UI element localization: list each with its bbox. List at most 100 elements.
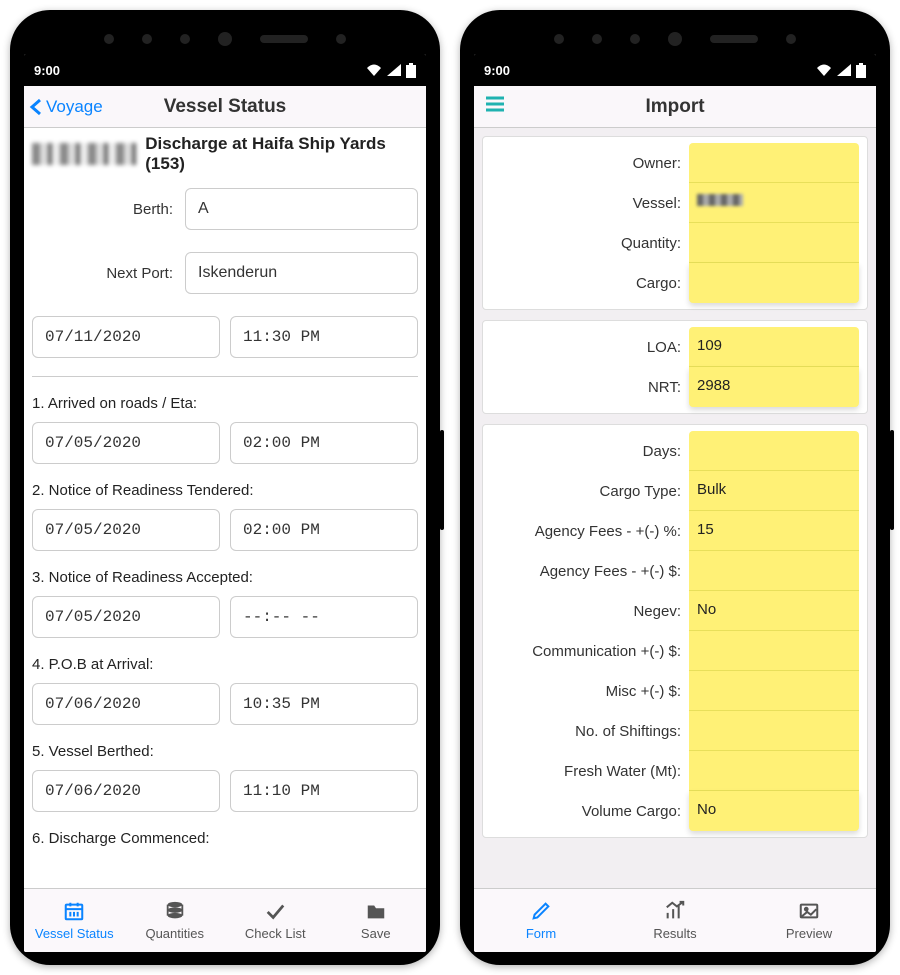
tab-preview[interactable]: Preview [742,889,876,952]
field-value[interactable] [689,671,859,711]
field-label: Negev: [491,603,689,620]
event-label: 1. Arrived on roads / Eta: [32,395,418,412]
tab-label: Vessel Status [35,926,114,941]
field-label: Communication +(-) $: [491,643,689,660]
form-row: Volume Cargo:No [491,791,859,831]
event-date-input[interactable] [32,683,220,725]
tab-save[interactable]: Save [326,889,427,952]
field-label: Quantity: [491,235,689,252]
event-date-input[interactable] [32,509,220,551]
signal-icon [836,63,852,77]
next-port-label: Next Port: [32,265,175,282]
field-value[interactable]: Bulk [689,471,859,511]
form-row: Fresh Water (Mt): [491,751,859,791]
chevron-left-icon [28,97,44,117]
event-date-input[interactable] [32,770,220,812]
field-value[interactable] [689,751,859,791]
tab-label: Preview [786,926,832,941]
tab-vessel-status[interactable]: Vessel Status [24,889,125,952]
field-label: Owner: [491,155,689,172]
field-value[interactable]: 15 [689,511,859,551]
form-row: Negev:No [491,591,859,631]
tab-results[interactable]: Results [608,889,742,952]
menu-button[interactable] [474,95,506,118]
event-time-input[interactable] [230,422,418,464]
field-label: Agency Fees - +(-) $: [491,563,689,580]
event-label: 5. Vessel Berthed: [32,743,418,760]
field-value[interactable] [689,143,859,183]
bottom-tab-bar: Vessel Status Quantities Check List Save [24,888,426,952]
form-card: Days:Cargo Type:BulkAgency Fees - +(-) %… [482,424,868,838]
sensor-bar [24,24,426,54]
field-label: LOA: [491,339,689,356]
android-status-bar: 9:00 [24,54,426,86]
tab-label: Quantities [145,926,204,941]
battery-icon [406,63,416,78]
tab-quantities[interactable]: Quantities [125,889,226,952]
event-time-input[interactable] [230,683,418,725]
titlebar: Import [474,86,876,128]
form-row: Vessel: [491,183,859,223]
tab-form[interactable]: Form [474,889,608,952]
event-date-input[interactable] [32,422,220,464]
field-label: No. of Shiftings: [491,723,689,740]
form-row: Cargo Type:Bulk [491,471,859,511]
signal-icon [386,63,402,77]
redacted-value [697,194,743,206]
status-time: 9:00 [34,63,60,78]
section-heading: Discharge at Haifa Ship Yards (153) [145,134,418,174]
tab-label: Results [653,926,696,941]
field-label: Agency Fees - +(-) %: [491,523,689,540]
field-value[interactable]: No [689,591,859,631]
field-value[interactable]: No [689,791,859,831]
event-time-input[interactable] [230,770,418,812]
android-status-bar: 9:00 [474,54,876,86]
berth-input[interactable] [185,188,418,230]
tab-label: Save [361,926,391,941]
form-row: Agency Fees - +(-) %:15 [491,511,859,551]
form-row: Cargo: [491,263,859,303]
wifi-icon [816,63,832,77]
phone-right: 9:00 Import Owner: Vessel: Quantity: Cargo:… [460,10,890,965]
tab-check-list[interactable]: Check List [225,889,326,952]
back-button[interactable]: Voyage [24,97,103,117]
berth-label: Berth: [32,201,175,218]
event-time-input[interactable] [230,509,418,551]
next-port-input[interactable] [185,252,418,294]
tab-label: Check List [245,926,306,941]
form-row: Misc +(-) $: [491,671,859,711]
sensor-bar [474,24,876,54]
phone-left: 9:00 Voyage Vessel Status Discharge at H… [10,10,440,965]
field-value[interactable]: 2988 [689,367,859,407]
page-title: Import [474,96,876,118]
event-label: 2. Notice of Readiness Tendered: [32,482,418,499]
field-value[interactable] [689,551,859,591]
form-row: Communication +(-) $: [491,631,859,671]
titlebar: Voyage Vessel Status [24,86,426,128]
form-card: Owner: Vessel: Quantity: Cargo: [482,136,868,310]
field-label: Vessel: [491,195,689,212]
form-row: Quantity: [491,223,859,263]
content-area[interactable]: Owner: Vessel: Quantity: Cargo: LOA:109NRT:2… [474,128,876,888]
hamburger-icon [484,95,506,113]
content-area[interactable]: Discharge at Haifa Ship Yards (153) Bert… [24,128,426,888]
bottom-tab-bar: Form Results Preview [474,888,876,952]
top-time-input[interactable] [230,316,418,358]
field-value[interactable] [689,431,859,471]
event-label: 4. P.O.B at Arrival: [32,656,418,673]
field-value[interactable] [689,183,859,223]
top-date-input[interactable] [32,316,220,358]
field-value[interactable] [689,711,859,751]
form-row: NRT:2988 [491,367,859,407]
field-value[interactable]: 109 [689,327,859,367]
field-value[interactable] [689,631,859,671]
form-row: Agency Fees - +(-) $: [491,551,859,591]
field-label: NRT: [491,379,689,396]
back-label: Voyage [46,97,103,117]
event-date-input[interactable] [32,596,220,638]
event-time-input[interactable] [230,596,418,638]
field-label: Fresh Water (Mt): [491,763,689,780]
redacted-image [32,143,137,165]
field-value[interactable] [689,223,859,263]
field-value[interactable] [689,263,859,303]
